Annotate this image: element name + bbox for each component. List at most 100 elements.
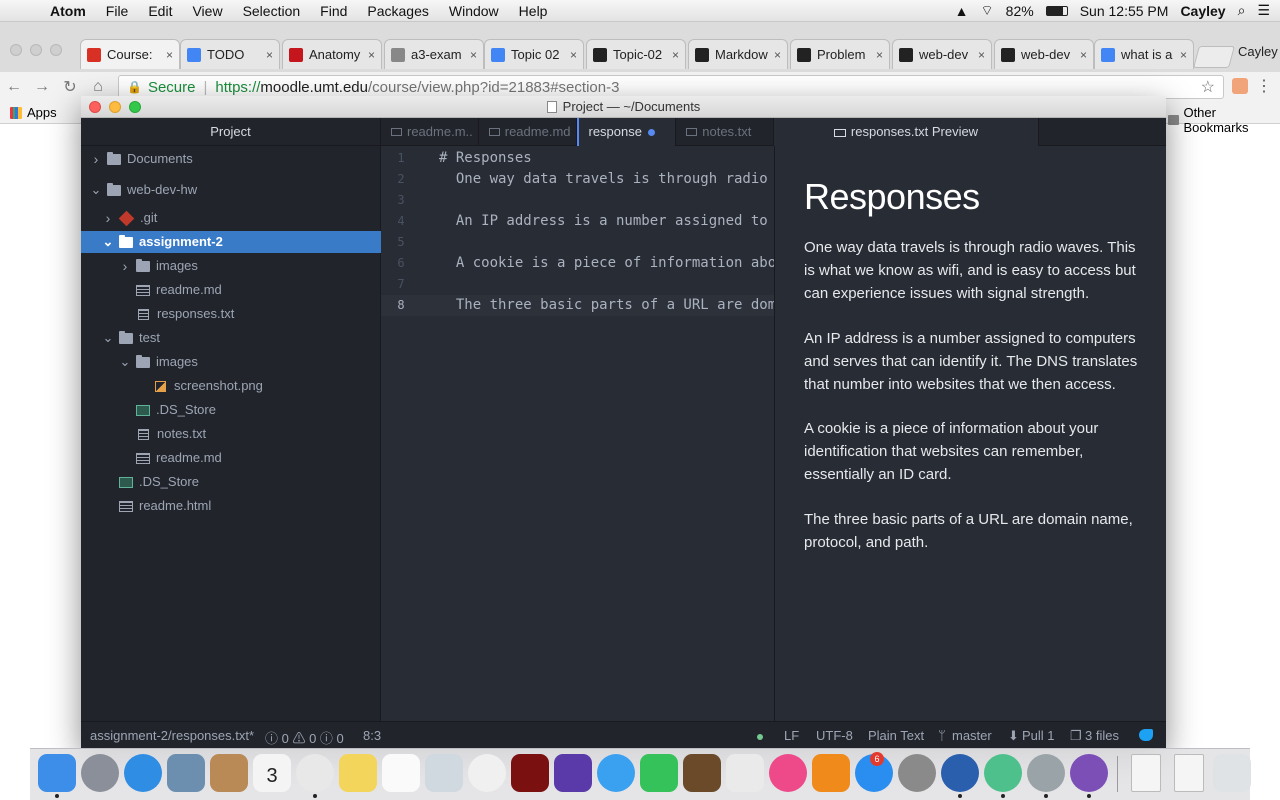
browser-tab[interactable]: a3-exam × [384,39,484,69]
editor-line[interactable]: 5 [381,232,774,253]
tree-folder[interactable]: › .git [81,207,381,229]
photos-icon[interactable] [468,754,506,792]
twitter-bird-icon[interactable] [1139,729,1153,741]
textedit-icon[interactable] [726,754,764,792]
google-drive-status-icon[interactable]: ▲ [955,3,969,19]
tree-folder[interactable]: › images [81,255,381,277]
tree-folder[interactable]: ⌄ images [81,351,381,373]
png-file-icon[interactable] [1174,754,1204,792]
bookmark-star-icon[interactable]: ☆ [1201,77,1215,97]
preview-icon[interactable] [167,754,205,792]
spotlight-search-icon[interactable]: ⌕ [1238,2,1246,19]
home-icon[interactable]: ⌂ [84,78,112,96]
notes-icon[interactable] [339,754,377,792]
apps-bookmark[interactable]: Apps [10,105,57,120]
status-encoding[interactable]: UTF-8 [816,728,853,743]
browser-tab[interactable]: Anatomy × [282,39,382,69]
tree-folder[interactable]: ⌄ test [81,327,381,349]
browser-minimize-button[interactable] [30,44,42,56]
close-tab-icon[interactable]: × [166,48,173,62]
close-tab-icon[interactable]: × [1180,48,1187,62]
r-icon[interactable] [941,754,979,792]
calendar-icon[interactable]: 3 [253,754,291,792]
ibooks-icon[interactable] [812,754,850,792]
close-tab-icon[interactable]: × [570,48,577,62]
atom-icon[interactable] [984,754,1022,792]
finder-icon[interactable] [38,754,76,792]
browser-tab[interactable]: Markdow × [688,39,788,69]
system-preferences-icon[interactable] [898,754,936,792]
menu-packages[interactable]: Packages [357,3,438,19]
editor-tab[interactable]: notes.txt [676,118,774,146]
safari-icon[interactable] [124,754,162,792]
user-menu[interactable]: Cayley [1180,3,1225,19]
trash-icon[interactable] [1213,754,1251,792]
browser-tab[interactable]: Problem × [790,39,890,69]
profile-button[interactable]: Cayley [1238,44,1278,59]
menu-selection[interactable]: Selection [233,3,311,19]
editor-line[interactable]: 7 [381,274,774,295]
forward-icon[interactable]: → [28,78,56,96]
close-tab-icon[interactable]: × [672,48,679,62]
browser-zoom-button[interactable] [50,44,62,56]
imovie-icon[interactable] [554,754,592,792]
zoom-window-button[interactable] [129,101,141,113]
status-cursor-position[interactable]: 8:3 [363,728,381,743]
battery-percent[interactable]: 82% [1006,3,1034,19]
reload-icon[interactable]: ↻ [56,77,84,97]
status-pull[interactable]: Pull 1 [1022,728,1055,743]
extension-icon[interactable] [1232,78,1248,94]
editor-line[interactable]: 1 # Responses [381,148,774,169]
close-tab-icon[interactable]: × [368,48,375,62]
messages-icon[interactable] [597,754,635,792]
tree-folder[interactable]: ⌄ assignment-2 [81,231,381,253]
zip-file-icon[interactable] [1131,754,1161,792]
tree-file[interactable]: readme.md [81,447,381,469]
tree-file[interactable]: .DS_Store [81,471,381,493]
new-tab-button[interactable] [1193,46,1235,68]
browser-tab[interactable]: what is a × [1094,39,1194,69]
status-file-path[interactable]: assignment-2/responses.txt* [90,728,254,743]
close-tab-icon[interactable]: × [876,48,883,62]
contacts-icon[interactable] [210,754,248,792]
tex-icon[interactable] [1027,754,1065,792]
tree-file[interactable]: readme.html [81,495,381,517]
clock[interactable]: Sun 12:55 PM [1080,3,1169,19]
tree-file[interactable]: screenshot.png [81,375,381,397]
editor-line[interactable]: 8 The three basic parts of a URL are dom [381,295,774,316]
launchpad-icon[interactable] [81,754,119,792]
tree-file[interactable]: readme.md [81,279,381,301]
editor-tab[interactable]: readme.md [479,118,577,146]
wifi-icon[interactable]: ⌔ [981,2,994,20]
browser-tab[interactable]: Course: × [80,39,180,69]
text-editor[interactable]: 1 # Responses 2 One way data travels is th… [381,146,774,721]
reminders-icon[interactable] [382,754,420,792]
minimize-window-button[interactable] [109,101,121,113]
editor-tab[interactable]: response [576,118,677,146]
menu-file[interactable]: File [96,3,139,19]
modified-indicator-icon[interactable] [647,128,655,136]
tree-folder[interactable]: › Documents [81,148,381,170]
browser-tab[interactable]: web-dev × [892,39,992,69]
close-tab-icon[interactable]: × [470,48,477,62]
tree-file[interactable]: responses.txt [81,303,381,325]
status-files[interactable]: 3 files [1085,728,1119,743]
garageband-icon[interactable] [683,754,721,792]
status-grammar[interactable]: Plain Text [868,728,924,743]
editor-line[interactable]: 6 A cookie is a piece of information abo [381,253,774,274]
chrome-menu-icon[interactable]: ⋮ [1256,76,1272,96]
github-desktop-icon[interactable] [1070,754,1108,792]
browser-tab[interactable]: Topic-02 × [586,39,686,69]
menu-find[interactable]: Find [310,3,357,19]
browser-tab[interactable]: TODO × [180,39,280,69]
close-window-button[interactable] [89,101,101,113]
menu-help[interactable]: Help [509,3,558,19]
menu-edit[interactable]: Edit [138,3,182,19]
menu-window[interactable]: Window [439,3,509,19]
editor-line[interactable]: 4 An IP address is a number assigned to [381,211,774,232]
close-tab-icon[interactable]: × [978,48,985,62]
facetime-icon[interactable] [640,754,678,792]
menu-view[interactable]: View [182,3,232,19]
photo-booth-icon[interactable] [511,754,549,792]
status-branch[interactable]: master [952,728,992,743]
